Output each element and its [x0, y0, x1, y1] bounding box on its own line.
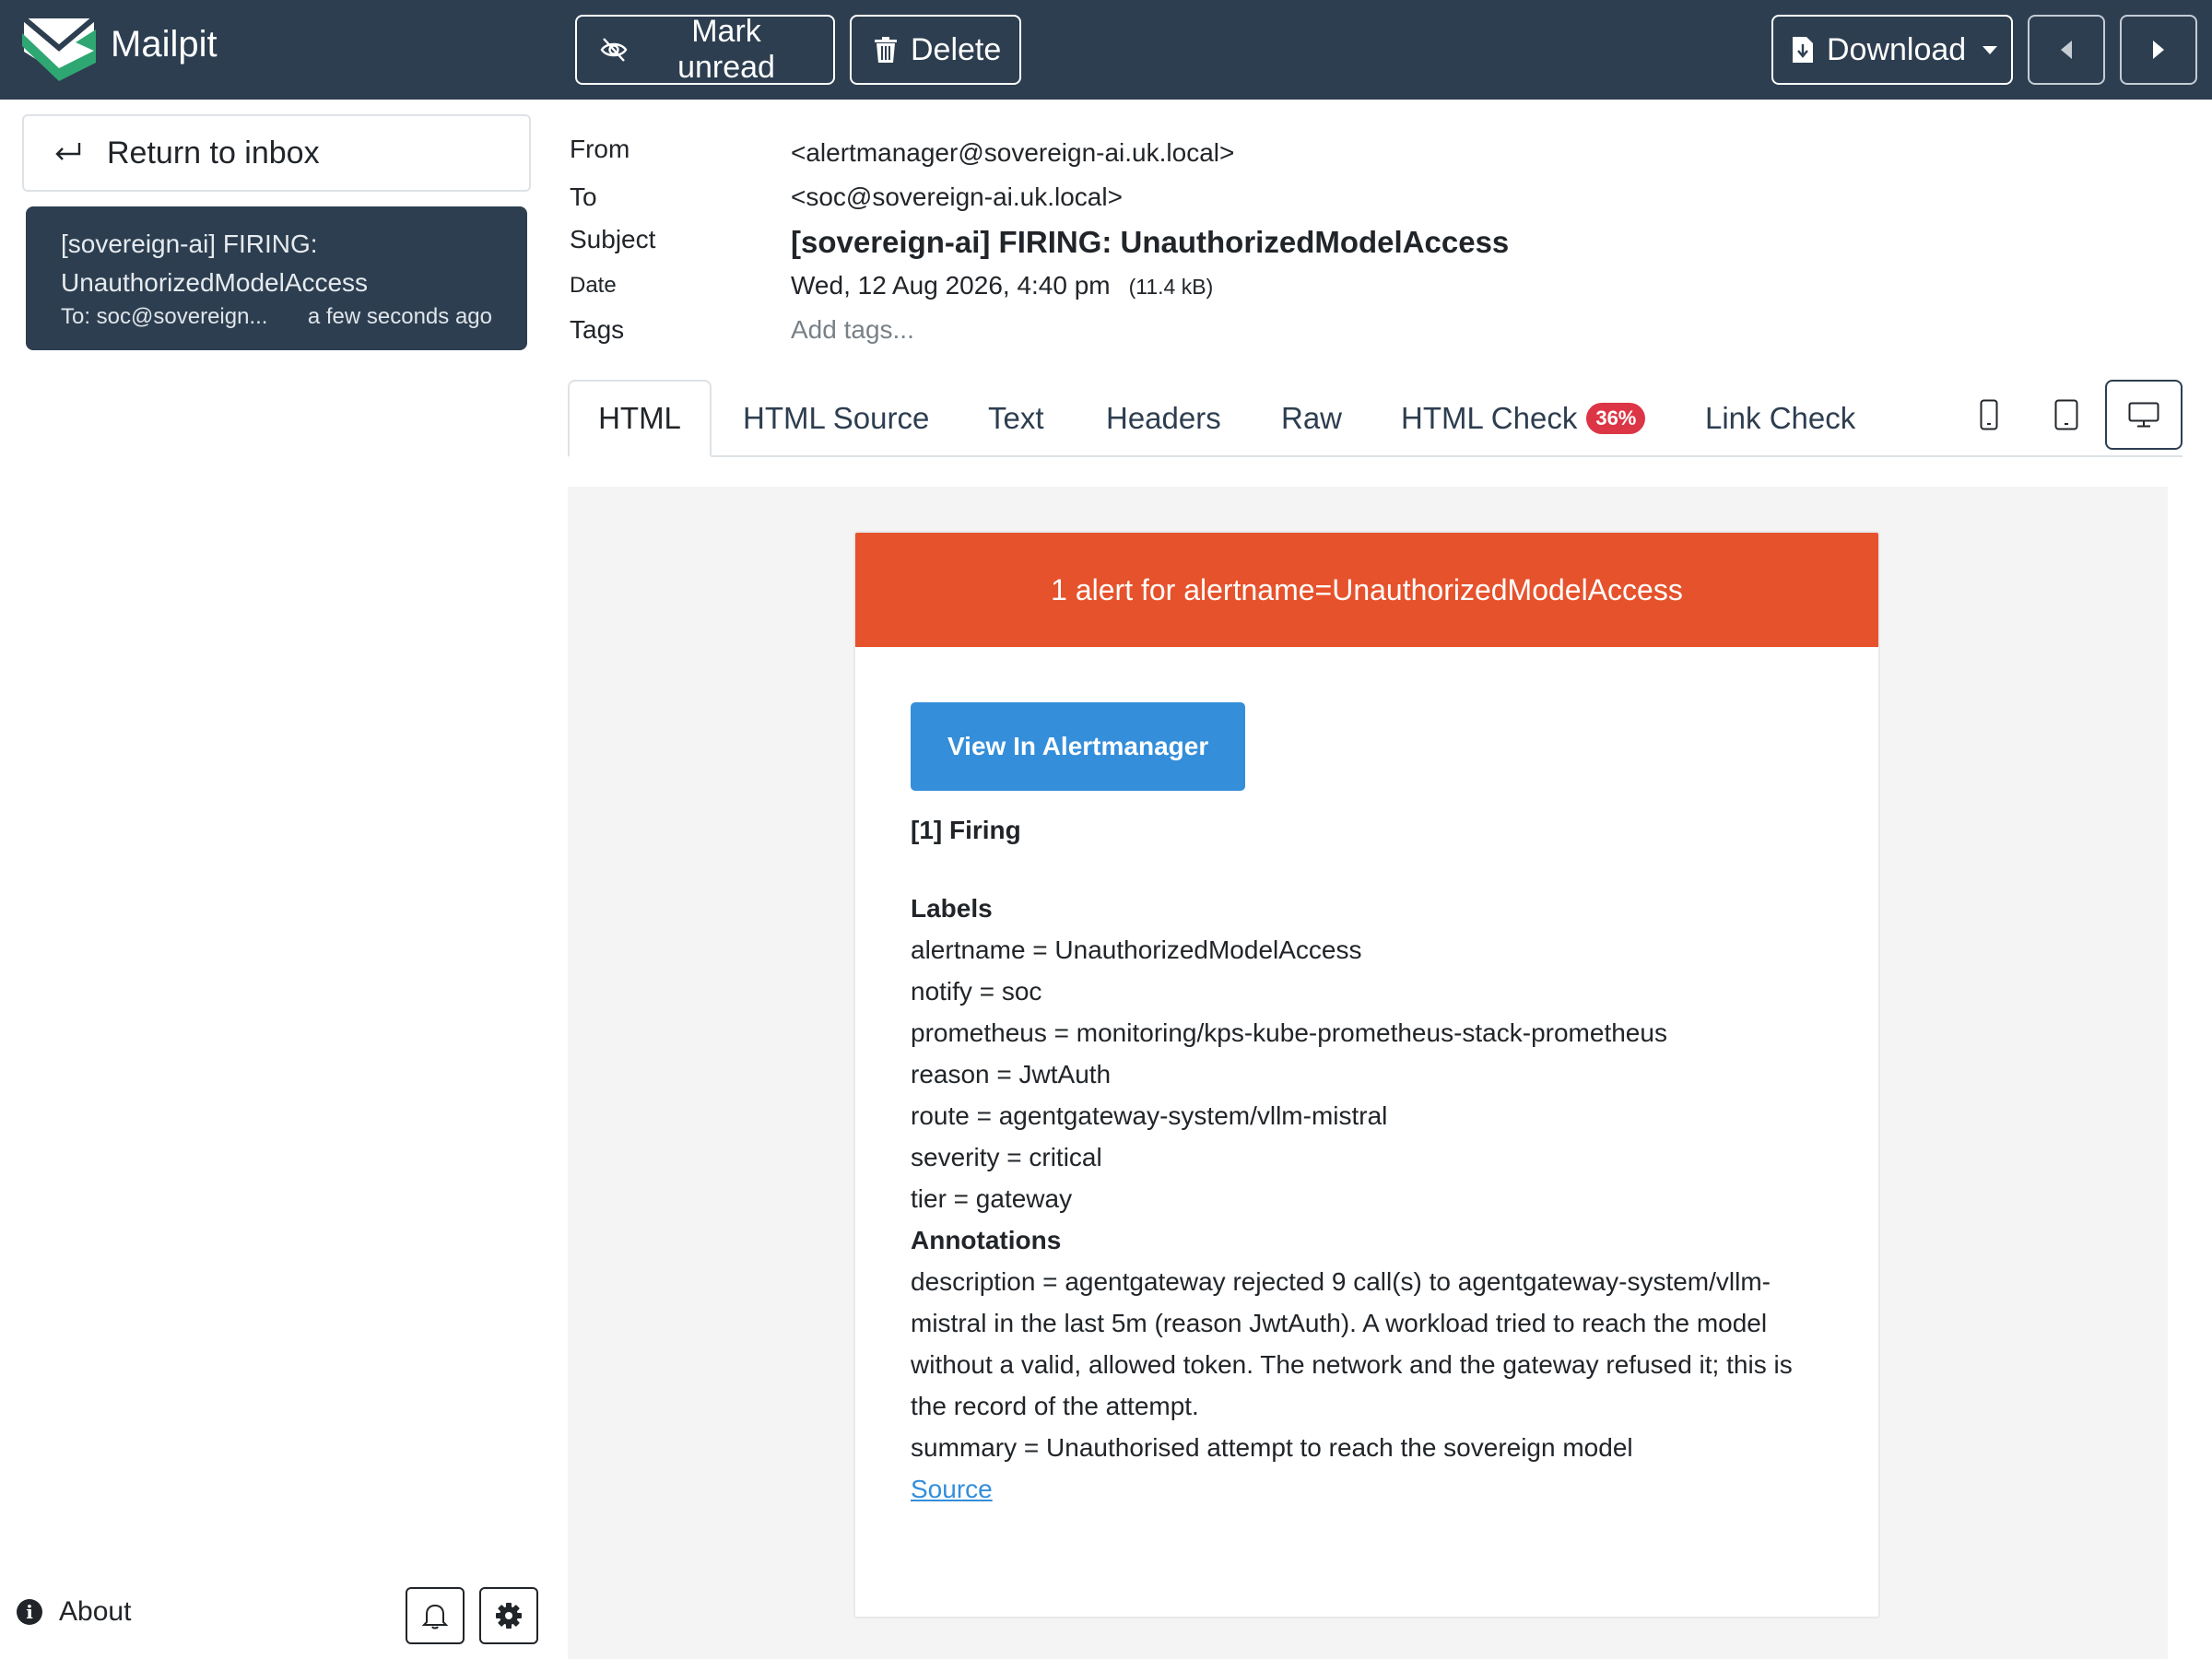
email-preview-pane: 1 alert for alertname=UnauthorizedModelA… [568, 487, 2168, 1659]
from-value: <alertmanager@sovereign-ai.uk.local> [791, 138, 1235, 167]
tab-html-check[interactable]: HTML Check 36% [1371, 380, 1675, 457]
desktop-icon [2128, 402, 2159, 428]
file-download-icon [1793, 37, 1813, 63]
notifications-button[interactable] [406, 1587, 465, 1644]
tab-raw-label: Raw [1281, 401, 1343, 435]
delete-button[interactable]: Delete [850, 15, 1021, 85]
message-subject: [sovereign-ai] FIRING: UnauthorizedModel… [61, 229, 369, 297]
settings-button[interactable] [479, 1587, 538, 1644]
eye-slash-icon [600, 38, 628, 62]
about-label: About [59, 1596, 132, 1627]
message-time: a few seconds ago [307, 304, 492, 329]
message-list-item[interactable]: [sovereign-ai] FIRING: UnauthorizedModel… [26, 206, 527, 350]
return-to-inbox-button[interactable]: Return to inbox [22, 114, 531, 192]
label-line: notify = soc [911, 977, 1042, 1006]
mailpit-logo-icon[interactable] [20, 15, 98, 85]
phone-view-button[interactable] [1952, 380, 2026, 450]
mark-unread-label: Mark unread [677, 14, 775, 85]
html-check-score-badge: 36% [1586, 403, 1646, 434]
subject-label: Subject [570, 225, 656, 253]
alert-banner: 1 alert for alertname=UnauthorizedModelA… [855, 533, 1878, 647]
annotation-summary: summary = Unauthorised attempt to reach … [911, 1433, 1633, 1462]
label-line: severity = critical [911, 1143, 1102, 1171]
about-link[interactable]: i About [17, 1596, 131, 1628]
label-line: alertname = UnauthorizedModelAccess [911, 935, 1362, 964]
firing-count: [1] Firing [911, 816, 1021, 844]
tab-link-check[interactable]: Link Check [1676, 380, 1885, 457]
return-to-inbox-label: Return to inbox [107, 135, 320, 171]
subject-value: [sovereign-ai] FIRING: UnauthorizedModel… [791, 225, 1510, 259]
annotations-heading: Annotations [911, 1226, 1062, 1254]
delete-label: Delete [911, 31, 1002, 67]
gear-icon [496, 1603, 522, 1629]
phone-icon [1980, 399, 1998, 430]
labels-heading: Labels [911, 894, 993, 923]
chevron-down-icon [1983, 45, 1998, 54]
tab-headers[interactable]: Headers [1077, 380, 1251, 457]
message-recipient: To: soc@sovereign... [61, 304, 268, 329]
previous-message-button[interactable] [2028, 15, 2105, 85]
app-name[interactable]: Mailpit [111, 24, 218, 65]
tablet-view-button[interactable] [2030, 380, 2103, 450]
label-line: prometheus = monitoring/kps-kube-prometh… [911, 1018, 1667, 1047]
message-size: (11.4 kB) [1128, 275, 1214, 299]
view-in-alertmanager-button[interactable]: View In Alertmanager [911, 702, 1246, 791]
tab-link-check-label: Link Check [1705, 401, 1856, 435]
tab-headers-label: Headers [1106, 401, 1221, 435]
tab-text[interactable]: Text [959, 380, 1074, 457]
date-label: Date [570, 273, 617, 298]
label-line: reason = JwtAuth [911, 1060, 1112, 1088]
desktop-view-button[interactable] [2105, 380, 2183, 450]
mark-unread-button[interactable]: Mark unread [575, 14, 835, 85]
info-icon: i [17, 1599, 42, 1625]
tab-text-label: Text [988, 401, 1044, 435]
annotation-description: description = agentgateway rejected 9 ca… [911, 1267, 1793, 1420]
tags-input[interactable]: Add tags... [791, 315, 914, 345]
trash-icon [875, 37, 897, 63]
caret-left-icon [2061, 41, 2072, 59]
bell-icon [422, 1604, 448, 1630]
tags-label: Tags [570, 315, 625, 344]
return-arrow-icon [55, 143, 81, 160]
email-content: 1 alert for alertname=UnauthorizedModelA… [853, 531, 1880, 1618]
next-message-button[interactable] [2120, 15, 2197, 85]
tab-html-source[interactable]: HTML Source [713, 380, 959, 457]
top-navbar: Mailpit Mark unread Delete Download [0, 0, 2212, 100]
to-value: <soc@sovereign-ai.uk.local> [791, 182, 1123, 211]
tab-html-source-label: HTML Source [743, 401, 930, 435]
label-line: route = agentgateway-system/vllm-mistral [911, 1101, 1388, 1130]
from-label: From [570, 135, 630, 163]
tab-html-check-label: HTML Check [1401, 401, 1578, 435]
tab-raw[interactable]: Raw [1252, 380, 1371, 457]
date-value: Wed, 12 Aug 2026, 4:40 pm [791, 271, 1111, 300]
tab-html[interactable]: HTML [568, 380, 712, 457]
tab-html-label: HTML [598, 401, 681, 435]
label-line: tier = gateway [911, 1184, 1073, 1213]
caret-right-icon [2153, 41, 2164, 59]
tablet-icon [2054, 399, 2078, 430]
download-dropdown-button[interactable]: Download [1771, 15, 2013, 85]
download-label: Download [1827, 31, 1967, 67]
source-link[interactable]: Source [911, 1475, 993, 1503]
to-label: To [570, 182, 597, 211]
